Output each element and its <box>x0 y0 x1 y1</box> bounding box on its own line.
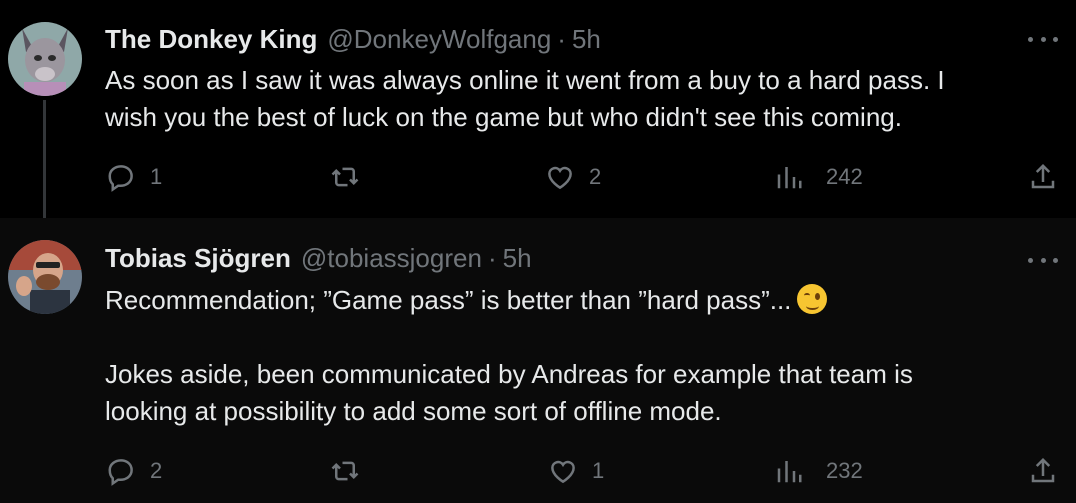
like-button[interactable]: 1 <box>548 456 604 486</box>
views-button[interactable]: 242 <box>774 162 863 192</box>
share-icon <box>1031 163 1055 189</box>
action-bar: 1 2 242 <box>0 160 1076 200</box>
retweet-button[interactable] <box>330 162 374 192</box>
tweet-text-line: wish you the best of luck on the game bu… <box>105 102 902 132</box>
retweet-button[interactable] <box>330 456 374 486</box>
reply-button[interactable]: 2 <box>106 456 162 486</box>
tweet-text-line: looking at possibility to add some sort … <box>105 396 722 426</box>
retweet-icon <box>331 461 359 481</box>
views-count: 242 <box>826 164 863 189</box>
retweet-icon <box>331 167 359 187</box>
reply-count: 2 <box>150 458 163 483</box>
display-name[interactable]: The Donkey King <box>105 24 317 55</box>
share-icon <box>1031 457 1055 483</box>
avatar[interactable] <box>8 22 82 96</box>
user-handle[interactable]: @tobiassjogren <box>301 243 482 274</box>
tweet-text-line: Recommendation; ”Game pass” is better th… <box>105 282 1045 319</box>
display-name[interactable]: Tobias Sjögren <box>105 243 291 274</box>
views-button[interactable]: 232 <box>774 456 863 486</box>
reply-icon <box>108 459 133 486</box>
more-icon[interactable] <box>1028 254 1058 266</box>
views-count: 232 <box>826 458 863 483</box>
timestamp[interactable]: 5h <box>503 243 532 274</box>
avatar[interactable] <box>8 240 82 314</box>
views-icon <box>777 461 802 483</box>
views-icon <box>777 167 802 189</box>
action-bar: 2 1 232 <box>0 454 1076 494</box>
separator-dot: · <box>487 242 497 273</box>
tweet-header: The Donkey King @DonkeyWolfgang · 5h <box>105 21 601 57</box>
tweet-text-span: Recommendation; ”Game pass” is better th… <box>105 285 792 315</box>
share-button[interactable] <box>1028 456 1058 486</box>
share-button[interactable] <box>1028 162 1058 192</box>
winking-face-emoji <box>797 284 828 314</box>
timestamp[interactable]: 5h <box>572 24 601 55</box>
like-count: 1 <box>592 458 605 483</box>
more-icon[interactable] <box>1028 33 1058 45</box>
like-button[interactable]: 2 <box>545 162 601 192</box>
tweet[interactable]: The Donkey King @DonkeyWolfgang · 5h As … <box>0 0 1076 240</box>
like-count: 2 <box>589 164 602 189</box>
heart-icon <box>551 460 575 484</box>
tweet-text-line: Jokes aside, been communicated by Andrea… <box>105 359 913 389</box>
separator-dot: · <box>557 23 566 54</box>
user-handle[interactable]: @DonkeyWolfgang <box>327 24 551 55</box>
heart-icon <box>548 166 572 190</box>
tweet-text-line: As soon as I saw it was always online it… <box>105 65 945 95</box>
reply-count: 1 <box>150 164 163 189</box>
tweet-text: As soon as I saw it was always online it… <box>105 62 1045 136</box>
tweet-header: Tobias Sjögren @tobiassjogren · 5h <box>105 240 532 276</box>
tweet-text: Recommendation; ”Game pass” is better th… <box>105 282 1045 430</box>
reply-button[interactable]: 1 <box>106 162 162 192</box>
reply-icon <box>108 165 133 192</box>
